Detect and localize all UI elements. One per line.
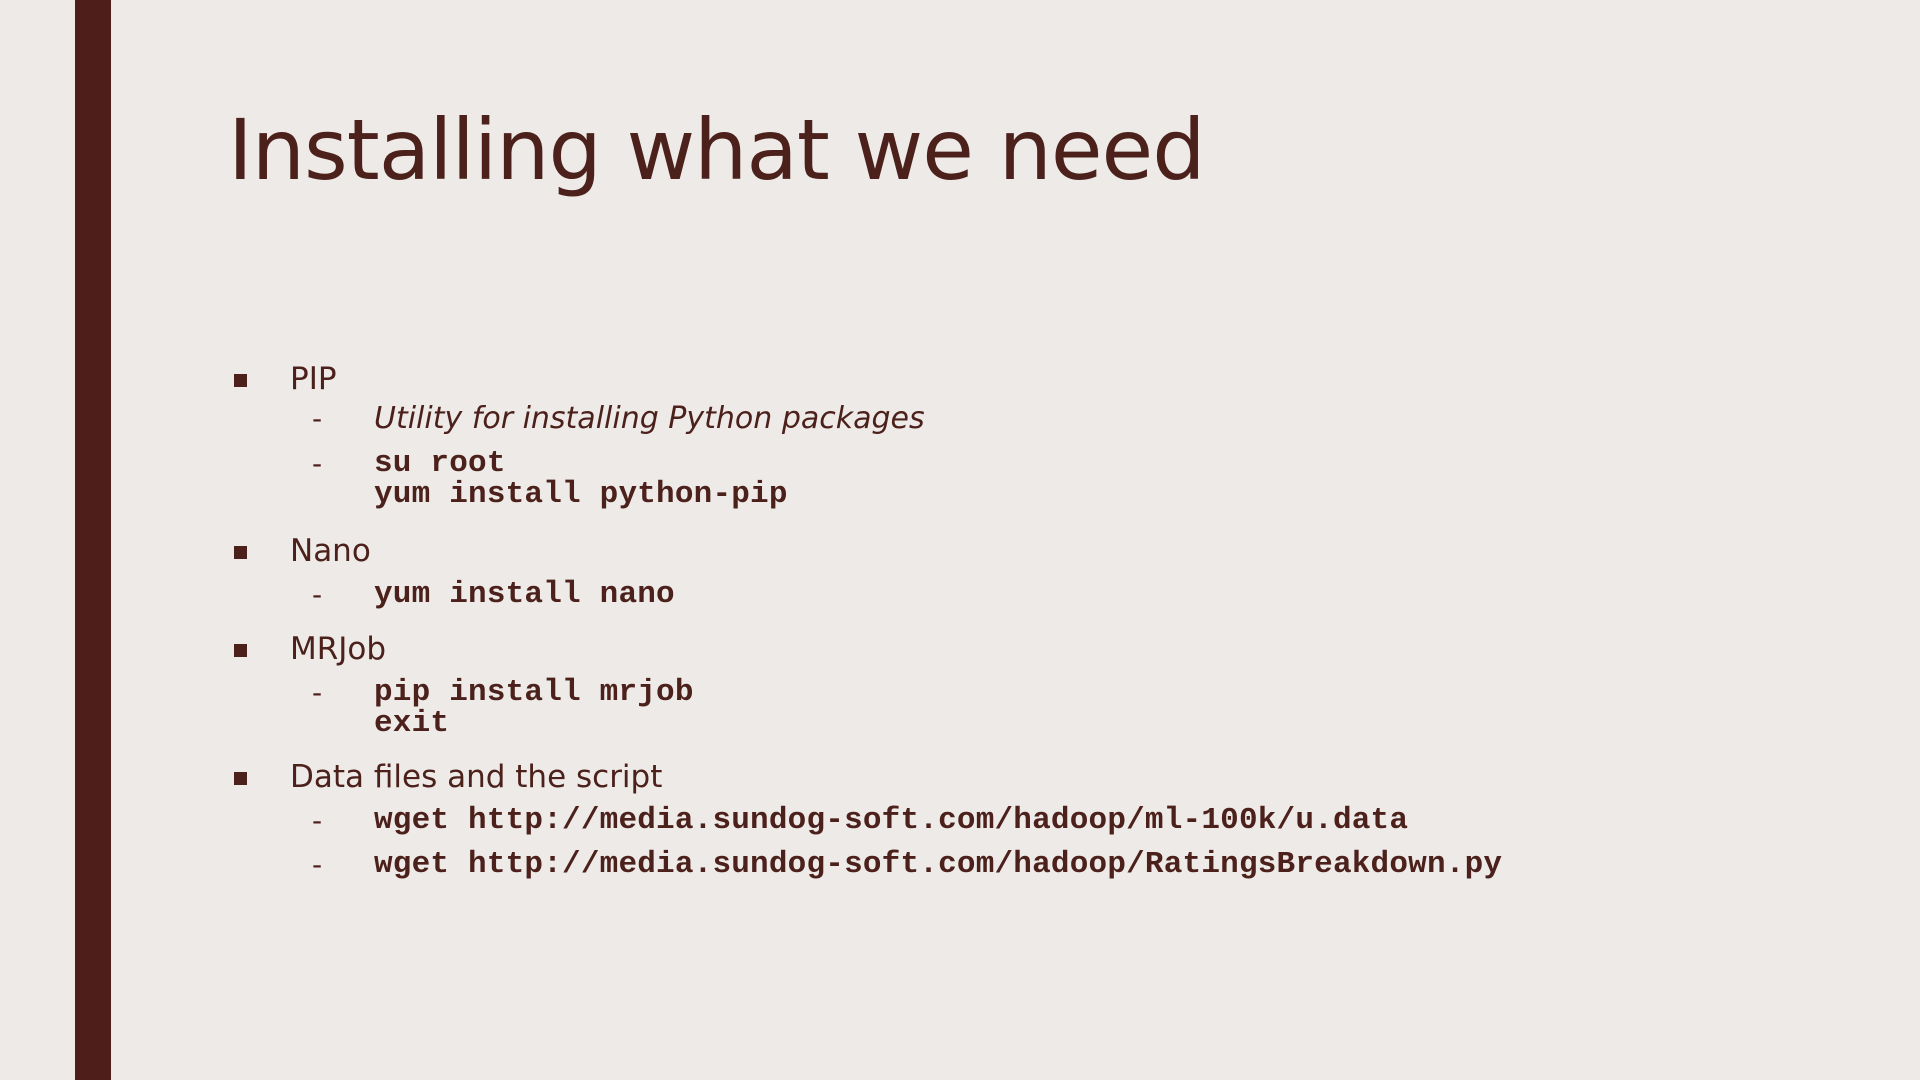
sub-item: - wget http://media.sundog-soft.com/hado… bbox=[230, 805, 1408, 836]
bullet-label: MRJob bbox=[290, 631, 387, 667]
bullet-label: Nano bbox=[290, 533, 371, 569]
bullet-pip: PIP - Utility for installing Python pack… bbox=[230, 355, 1870, 515]
dash-marker: - bbox=[312, 447, 323, 480]
sub-item-code: wget http://media.sundog-soft.com/hadoop… bbox=[374, 803, 1409, 838]
bullet-nano: Nano - yum install nano bbox=[230, 527, 1870, 625]
sub-item: - wget http://media.sundog-soft.com/hado… bbox=[230, 849, 1502, 880]
sub-item-code: su root yum install python-pip bbox=[374, 446, 788, 512]
bullet-label: Data files and the script bbox=[290, 759, 663, 795]
slide-title: Installing what we need bbox=[228, 101, 1206, 199]
slide: Installing what we need PIP - Utility fo… bbox=[0, 0, 1920, 1080]
sub-item: - yum install nano bbox=[230, 579, 675, 610]
dash-marker: - bbox=[312, 402, 323, 435]
dash-marker: - bbox=[312, 804, 323, 837]
sub-item-text: Utility for installing Python packages bbox=[374, 401, 925, 436]
bullet-mrjob: MRJob - pip install mrjob exit bbox=[230, 625, 1870, 753]
dash-marker: - bbox=[312, 848, 323, 881]
dash-marker: - bbox=[312, 676, 323, 709]
bullet-square-icon bbox=[234, 374, 247, 387]
bullet-square-icon bbox=[234, 546, 247, 559]
bullet-square-icon bbox=[234, 772, 247, 785]
sub-item-code: pip install mrjob exit bbox=[374, 675, 694, 741]
sub-item: - su root yum install python-pip bbox=[230, 448, 788, 510]
accent-bar bbox=[75, 0, 111, 1080]
sub-item: - Utility for installing Python packages bbox=[230, 403, 925, 434]
sub-item-code: yum install nano bbox=[374, 577, 675, 612]
bullet-data-files: Data files and the script - wget http://… bbox=[230, 753, 1870, 893]
bullet-list: PIP - Utility for installing Python pack… bbox=[230, 355, 1870, 893]
sub-item: - pip install mrjob exit bbox=[230, 677, 694, 739]
sub-item-code: wget http://media.sundog-soft.com/hadoop… bbox=[374, 847, 1503, 882]
dash-marker: - bbox=[312, 578, 323, 611]
bullet-square-icon bbox=[234, 644, 247, 657]
bullet-label: PIP bbox=[290, 361, 337, 397]
